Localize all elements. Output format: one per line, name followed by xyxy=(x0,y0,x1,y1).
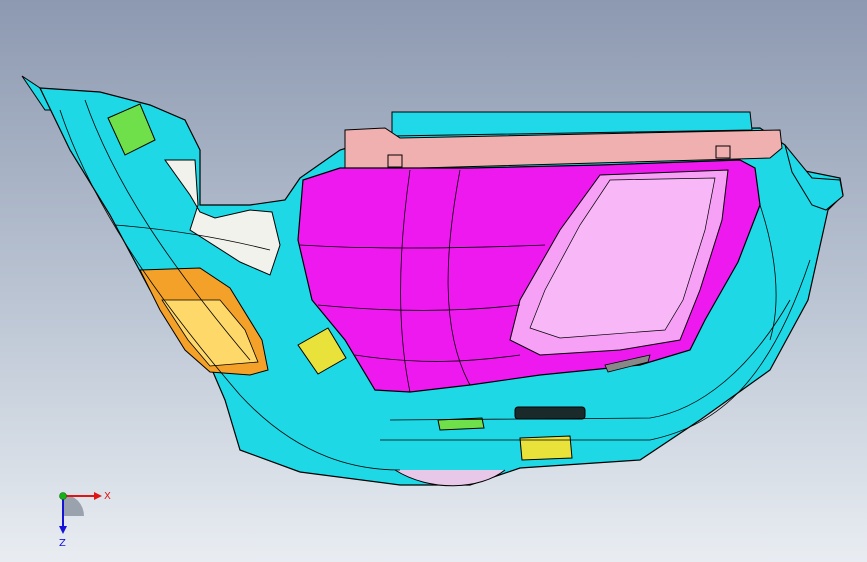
door-trim-model[interactable] xyxy=(0,0,867,562)
z-axis-arrow-icon xyxy=(59,526,67,534)
cad-viewport[interactable]: X Z xyxy=(0,0,867,562)
axis-triad: X Z xyxy=(59,491,111,549)
x-axis-arrow-icon xyxy=(94,492,102,500)
y-axis-dot-icon xyxy=(59,492,67,500)
x-axis-label: X xyxy=(104,491,111,502)
z-axis-label: Z xyxy=(59,538,66,549)
lower-slot xyxy=(514,406,586,420)
